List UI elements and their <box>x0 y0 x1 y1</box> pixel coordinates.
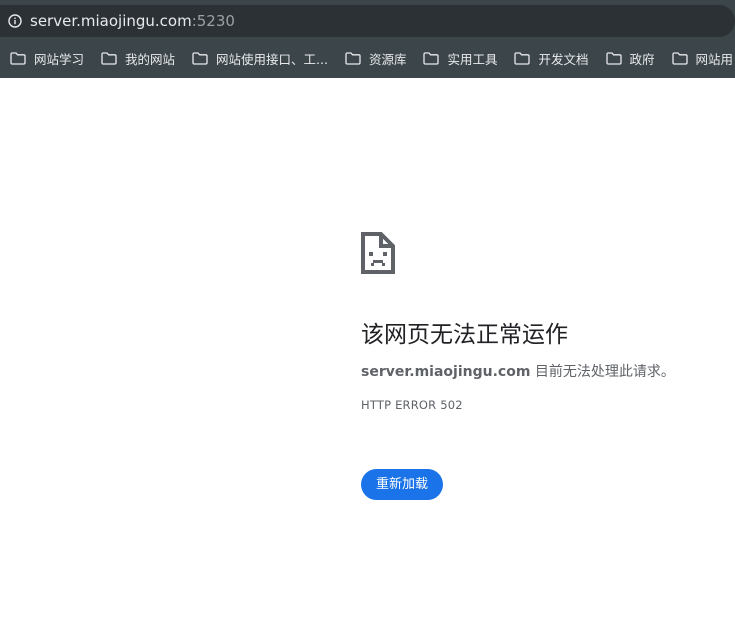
folder-icon <box>101 51 117 65</box>
error-message: 目前无法处理此请求。 <box>530 364 675 380</box>
bookmark-folder[interactable]: 网站使用接口、工... <box>182 44 335 72</box>
bookmark-folder[interactable]: 网站学习 <box>0 44 91 72</box>
browser-toolbar: server.miaojingu.com:5230 网站学习 我的网站 网站使用… <box>0 0 735 78</box>
info-icon[interactable] <box>0 5 30 37</box>
bookmark-label: 实用工具 <box>447 51 498 67</box>
sad-page-icon <box>361 232 395 274</box>
bookmark-label: 网站学习 <box>34 51 85 67</box>
bookmark-label: 网站使用接口、工... <box>216 51 328 67</box>
bookmark-folder[interactable]: 实用工具 <box>413 44 504 72</box>
bookmark-folder[interactable]: 资源库 <box>335 44 414 72</box>
bookmark-label: 资源库 <box>368 51 407 67</box>
reload-button[interactable]: 重新加载 <box>361 469 444 500</box>
url-host: server.miaojingu.com <box>30 12 192 30</box>
bookmark-label: 开发文档 <box>538 51 589 67</box>
error-content: 该网页无法正常运作 server.miaojingu.com 目前无法处理此请求… <box>361 232 735 500</box>
bookmark-label: 我的网站 <box>125 51 176 67</box>
bookmark-folder[interactable]: 开发文档 <box>504 44 595 72</box>
url-text[interactable]: server.miaojingu.com:5230 <box>30 12 235 30</box>
folder-icon <box>514 51 531 65</box>
folder-icon <box>192 51 208 65</box>
bookmark-label: 网站用 <box>695 51 734 67</box>
folder-icon <box>423 51 440 65</box>
folder-icon <box>605 51 622 65</box>
page-title: 该网页无法正常运作 <box>361 322 568 348</box>
error-code: HTTP ERROR 502 <box>361 398 463 412</box>
address-bar[interactable]: server.miaojingu.com:5230 <box>0 5 735 37</box>
folder-icon <box>10 51 26 65</box>
error-description: server.miaojingu.com 目前无法处理此请求。 <box>361 362 735 382</box>
bookmarks-bar: 网站学习 我的网站 网站使用接口、工... 资源库 实用工具 开发文档 政府 网… <box>0 44 735 72</box>
bookmark-folder[interactable]: 我的网站 <box>91 44 182 72</box>
folder-icon <box>671 51 688 65</box>
folder-icon <box>345 51 361 65</box>
bookmark-label: 政府 <box>629 51 655 67</box>
error-host: server.miaojingu.com <box>361 364 531 380</box>
url-port: :5230 <box>191 12 235 30</box>
bookmark-folder[interactable]: 政府 <box>596 44 662 72</box>
bookmark-folder[interactable]: 网站用 <box>662 44 735 72</box>
